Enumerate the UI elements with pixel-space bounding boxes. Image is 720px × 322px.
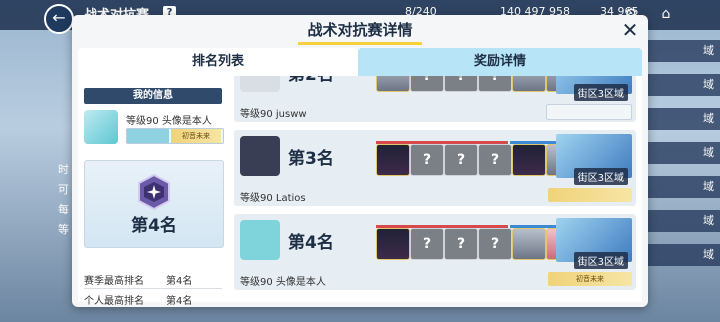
tab-reward-details[interactable]: 奖励详情 <box>358 48 642 76</box>
side-left-text: 时 可 每 等 <box>58 160 72 240</box>
avatar <box>240 76 280 92</box>
list-item[interactable]: 第3名 ? ? ? 街区3区域 等级90 Latios <box>234 130 636 206</box>
stat-value: 第4名 <box>166 296 193 307</box>
rank-badge-icon <box>138 173 170 211</box>
title-card-image <box>127 129 169 143</box>
ranking-list[interactable]: 第2名 ? ? ? 街区3区域 等级90 jusww 第3名 <box>234 76 638 302</box>
stat-value: 第4名 <box>166 276 193 287</box>
side-region: 域 <box>648 244 720 266</box>
unknown-slot-icon: ? <box>478 76 512 92</box>
details-modal: 战术对抗赛详情 ✕ 排名列表 奖励详情 我的信息 等级90 头像是本人 初音未来… <box>72 15 648 307</box>
home-icon[interactable]: ⌂ <box>656 4 676 24</box>
character-slot <box>512 228 546 260</box>
title-card: 初音未来 <box>548 272 632 286</box>
title-card-label: 初音未来 <box>171 129 221 143</box>
unknown-slot-icon: ? <box>410 76 444 92</box>
character-slot <box>376 144 410 176</box>
side-char: 可 <box>58 183 69 196</box>
unknown-slot-icon: ? <box>444 228 478 260</box>
my-level-text: 等级90 头像是本人 <box>126 116 212 127</box>
side-region: 域 <box>648 40 720 62</box>
unknown-slot-icon: ? <box>478 144 512 176</box>
rank-label: 第4名 <box>288 233 334 253</box>
stat-row-personal-best: 个人最高排名 第4名 <box>84 288 222 307</box>
close-icon[interactable]: ✕ <box>620 20 640 40</box>
unknown-slot-icon: ? <box>444 144 478 176</box>
avatar <box>240 136 280 176</box>
player-level-name: 等级90 Latios <box>240 193 306 204</box>
region-label: 街区3区域 <box>573 252 628 269</box>
stat-label: 个人最高排名 <box>84 296 144 307</box>
side-right-list: 域 域 域 域 域 域 域 <box>648 40 720 278</box>
side-region: 域 <box>648 108 720 130</box>
rank-label: 第2名 <box>288 76 334 85</box>
side-region: 域 <box>648 74 720 96</box>
title-underline <box>298 42 422 45</box>
character-slot <box>376 228 410 260</box>
unknown-slot-icon: ? <box>410 144 444 176</box>
avatar <box>240 220 280 260</box>
region-label: 街区3区域 <box>573 168 628 185</box>
side-char: 每 <box>58 203 69 216</box>
player-level-name: 等级90 jusww <box>240 109 307 120</box>
stat-label: 赛季最高排名 <box>84 276 144 287</box>
character-slot <box>376 76 410 92</box>
character-slot <box>512 76 546 92</box>
list-item[interactable]: 第2名 ? ? ? 街区3区域 等级90 jusww <box>234 76 636 122</box>
side-region: 域 <box>648 210 720 232</box>
side-char: 时 <box>58 163 69 176</box>
stat-row-season-best: 赛季最高排名 第4名 <box>84 268 222 289</box>
title-card <box>546 104 632 120</box>
back-button[interactable]: ← <box>44 4 74 34</box>
tab-ranking-list[interactable]: 排名列表 <box>78 48 358 76</box>
avatar <box>84 110 118 144</box>
side-region: 域 <box>648 142 720 164</box>
region-label: 街区3区域 <box>573 84 628 101</box>
list-item[interactable]: 第4名 ? ? ? 街区3区域 等级90 头像是本人 初音未来 <box>234 214 636 290</box>
character-slot <box>512 144 546 176</box>
unknown-slot-icon: ? <box>444 76 478 92</box>
my-rank: 第4名 <box>131 216 177 236</box>
unknown-slot-icon: ? <box>410 228 444 260</box>
player-level-name: 等级90 头像是本人 <box>240 277 326 288</box>
tab-content: 我的信息 等级90 头像是本人 初音未来 第4名 赛季最高排名 第4名 个人最高… <box>78 76 642 307</box>
unknown-slot-icon: ? <box>478 228 512 260</box>
my-info-header: 我的信息 <box>84 88 222 104</box>
rank-label: 第3名 <box>288 149 334 169</box>
my-rank-card: 第4名 <box>84 160 224 248</box>
side-region: 域 <box>648 176 720 198</box>
title-card <box>548 188 632 202</box>
side-char: 等 <box>58 223 69 236</box>
title-card: 初音未来 <box>126 128 224 144</box>
